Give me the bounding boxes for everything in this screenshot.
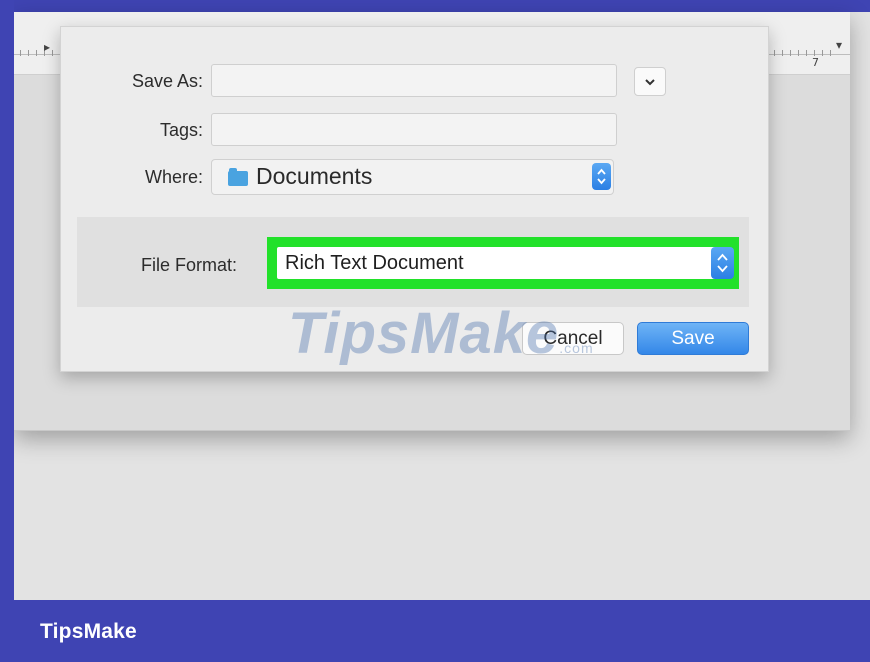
highlight-box: Rich Text Document xyxy=(267,237,739,289)
ruler-number: 7 xyxy=(812,56,819,69)
save-as-input[interactable] xyxy=(211,64,617,97)
where-label: Where: xyxy=(144,167,203,187)
up-down-chevron-icon xyxy=(597,168,606,185)
ruler-ticks-right xyxy=(774,50,834,56)
watermark-suffix: .com xyxy=(559,340,594,356)
file-format-panel: File Format: Rich Text Document xyxy=(77,217,749,307)
file-format-value: Rich Text Document xyxy=(285,252,464,274)
watermark-text: TipsMake xyxy=(288,301,560,366)
save-as-label: Save As: xyxy=(131,71,203,91)
where-value: Documents xyxy=(256,163,373,189)
ruler-ticks-left xyxy=(20,50,60,56)
file-format-stepper[interactable] xyxy=(711,247,734,279)
file-format-label: File Format: xyxy=(140,255,237,275)
where-popup[interactable]: Documents xyxy=(211,159,614,195)
save-button[interactable]: Save xyxy=(637,322,749,355)
where-stepper-icon xyxy=(592,163,611,190)
expand-dialog-button[interactable] xyxy=(634,67,666,96)
chevron-down-icon xyxy=(645,79,655,86)
left-indent-marker-icon[interactable]: ▸ xyxy=(44,40,50,54)
right-indent-marker-icon[interactable]: ▾ xyxy=(836,38,842,52)
file-format-popup[interactable]: Rich Text Document xyxy=(277,247,729,279)
tags-input[interactable] xyxy=(211,113,617,146)
frame-left-border xyxy=(0,0,14,662)
brand-label: TipsMake xyxy=(40,620,137,643)
frame-top-border xyxy=(0,0,870,12)
up-down-chevron-icon xyxy=(717,253,728,273)
watermark-logo: TipsMake.com xyxy=(288,300,594,367)
folder-icon xyxy=(228,168,248,186)
tags-label: Tags: xyxy=(159,120,203,140)
